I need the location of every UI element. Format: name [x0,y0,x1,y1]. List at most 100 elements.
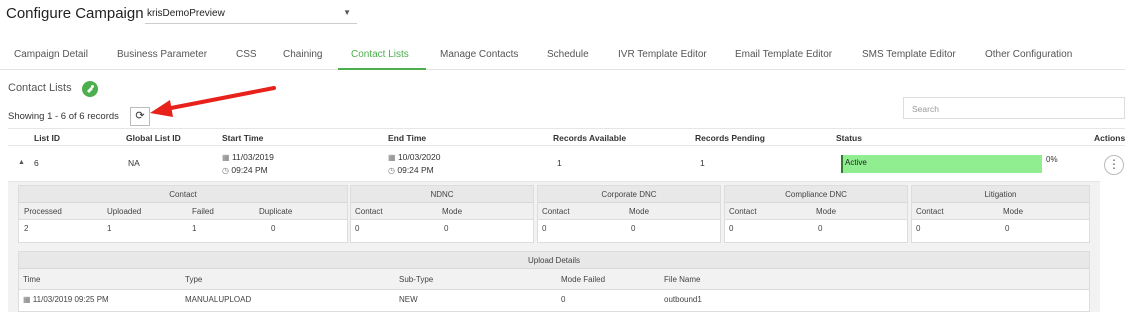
upload-type: MANUALUPLOAD [185,295,252,304]
litigation-col-mode: Mode [1003,207,1024,216]
contact-uploaded: 1 [107,224,112,233]
section-title: Contact Lists [8,82,72,94]
col-end-time[interactable]: End Time [388,133,426,143]
litigation-panel-row: 0 0 [912,220,1089,237]
tab-schedule[interactable]: Schedule [547,49,589,60]
col-status[interactable]: Status [836,133,862,143]
progress-percent: 0% [1046,155,1058,164]
calendar-icon: ▦ [23,295,31,304]
end-date: ▦ 10/03/2020 [388,152,440,162]
clock-icon: ◷ [388,166,395,175]
kebab-menu-icon[interactable]: ⋮ [1104,155,1124,175]
compliance-dnc-panel-title: Compliance DNC [725,186,907,203]
annotation-arrow [150,86,276,117]
tab-ivr-template-editor[interactable]: IVR Template Editor [618,49,707,60]
corporate-dnc-panel-row: 0 0 [538,220,720,237]
contact-list-details: Contact Processed Uploaded Failed Duplic… [8,181,1100,312]
end-time-text: 09:24 PM [397,165,434,175]
records-pending: 1 [700,158,705,168]
litigation-panel-title: Litigation [912,186,1089,203]
upload-time: ▦ 11/03/2019 09:25 PM [23,295,109,304]
corporate-dnc-mode: 0 [631,224,636,233]
add-list-icon[interactable] [82,81,98,97]
ndnc-panel-header: Contact Mode [351,203,533,220]
upload-mode-failed: 0 [561,295,566,304]
tab-sms-template-editor[interactable]: SMS Template Editor [862,49,956,60]
compliance-dnc-mode: 0 [818,224,823,233]
add-list-glyph [83,82,97,96]
upload-col-sub-type: Sub-Type [399,275,434,284]
campaign-select[interactable]: krisDemoPreview ▼ [145,4,357,24]
col-records-available[interactable]: Records Available [553,133,626,143]
tab-campaign-detail[interactable]: Campaign Detail [14,49,88,60]
contact-col-uploaded: Uploaded [107,207,142,216]
litigation-mode: 0 [1005,224,1010,233]
ndnc-mode: 0 [444,224,449,233]
col-records-pending[interactable]: Records Pending [695,133,765,143]
contact-col-processed: Processed [24,207,62,216]
upload-col-mode-failed: Mode Failed [561,275,606,284]
litigation-panel-header: Contact Mode [912,203,1089,220]
tab-css[interactable]: CSS [236,49,257,60]
upload-details-title: Upload Details [19,252,1089,269]
compliance-dnc-panel-header: Contact Mode [725,203,907,220]
contact-col-failed: Failed [192,207,214,216]
calendar-icon: ▦ [388,153,396,162]
page-title: Configure Campaign [6,5,144,22]
start-date-text: 11/03/2019 [231,152,274,162]
ndnc-panel-row: 0 0 [351,220,533,237]
start-time: ◷ 09:24 PM [222,165,268,175]
compliance-dnc-contact: 0 [729,224,734,233]
search-input[interactable]: Search [903,97,1125,119]
corporate-dnc-col-mode: Mode [629,207,650,216]
col-actions: Actions [1094,133,1125,143]
expand-caret-icon[interactable]: ▲ [18,159,25,166]
upload-col-time: Time [23,275,41,284]
litigation-contact: 0 [916,224,921,233]
upload-details-header: Time Type Sub-Type Mode Failed File Name [19,269,1089,290]
upload-details-row: ▦ 11/03/2019 09:25 PM MANUALUPLOAD NEW 0… [19,290,1089,310]
tab-other-configuration[interactable]: Other Configuration [985,49,1072,60]
start-time-text: 09:24 PM [231,165,268,175]
contact-duplicate: 0 [271,224,276,233]
tab-contact-lists[interactable]: Contact Lists [351,49,409,60]
tab-manage-contacts[interactable]: Manage Contacts [440,49,518,60]
upload-file-name: outbound1 [664,295,702,304]
contact-panel: Contact Processed Uploaded Failed Duplic… [18,185,348,243]
upload-sub-type: NEW [399,295,418,304]
compliance-dnc-col-mode: Mode [816,207,837,216]
campaign-select-value: krisDemoPreview [147,8,225,19]
tab-chaining[interactable]: Chaining [283,49,322,60]
ndnc-contact: 0 [355,224,360,233]
contact-panel-row: 2 1 1 0 [19,220,347,237]
upload-col-type: Type [185,275,203,284]
col-list-id[interactable]: List ID [34,133,60,143]
corporate-dnc-contact: 0 [542,224,547,233]
ndnc-panel: NDNC Contact Mode 0 0 [350,185,534,243]
clock-icon: ◷ [222,166,229,175]
status-badge: Active [841,155,1042,173]
active-tab-indicator [338,68,426,70]
contact-col-duplicate: Duplicate [259,207,293,216]
records-count: Showing 1 - 6 of 6 records [8,111,119,122]
col-global-list-id[interactable]: Global List ID [126,133,181,143]
corporate-dnc-panel: Corporate DNC Contact Mode 0 0 [537,185,721,243]
ndnc-panel-title: NDNC [351,186,533,203]
list-id: 6 [34,158,39,168]
calendar-icon: ▦ [222,153,230,162]
tab-business-parameter[interactable]: Business Parameter [117,49,207,60]
upload-time-text: 11/03/2019 09:25 PM [32,295,109,304]
end-date-text: 10/03/2020 [397,152,441,162]
compliance-dnc-panel: Compliance DNC Contact Mode 0 0 [724,185,908,243]
global-list-id: NA [128,158,140,168]
refresh-icon[interactable]: ⟳ [130,107,150,126]
col-start-time[interactable]: Start Time [222,133,263,143]
chevron-down-icon: ▼ [343,8,351,17]
compliance-dnc-panel-row: 0 0 [725,220,907,237]
table-header: List ID Global List ID Start Time End Ti… [8,128,1125,146]
corporate-dnc-panel-header: Contact Mode [538,203,720,220]
tab-email-template-editor[interactable]: Email Template Editor [735,49,832,60]
litigation-panel: Litigation Contact Mode 0 0 [911,185,1090,243]
compliance-dnc-col-contact: Contact [729,207,757,216]
corporate-dnc-col-contact: Contact [542,207,570,216]
